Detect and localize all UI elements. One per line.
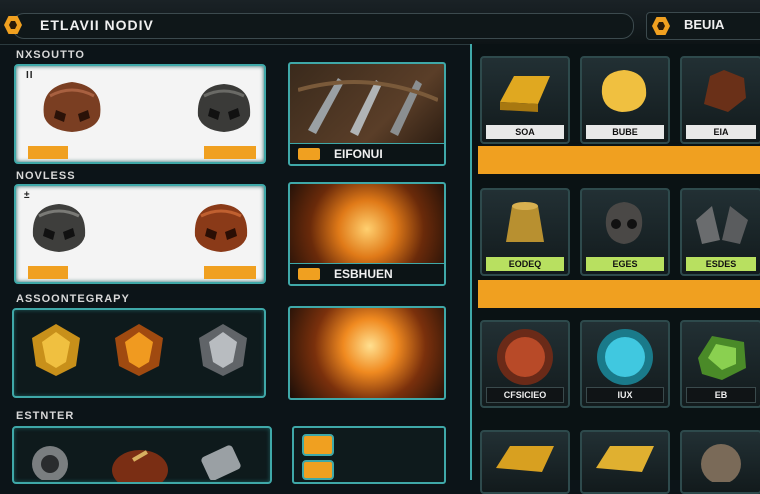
inventory-slot[interactable]: ESDES bbox=[680, 188, 760, 276]
blades-illustration bbox=[298, 78, 438, 136]
slot-label: CFSICIEO bbox=[486, 387, 564, 403]
dark-helmet-icon[interactable] bbox=[26, 198, 92, 258]
section-label-1: NXSOUTTO bbox=[16, 49, 85, 61]
blades-artwork[interactable]: EIFONUI bbox=[288, 62, 446, 166]
inventory-slot[interactable]: EGES bbox=[580, 188, 670, 276]
mini-slot-gold[interactable] bbox=[302, 434, 334, 456]
category-bar bbox=[478, 146, 760, 174]
gold-ingot-icon bbox=[496, 446, 554, 472]
inventory-slot[interactable] bbox=[680, 430, 760, 494]
equipment-panel bbox=[12, 426, 272, 484]
helmet-panel-2[interactable]: ± bbox=[14, 184, 266, 284]
progress-bar-left bbox=[28, 146, 68, 159]
slot-label: EB bbox=[686, 387, 756, 403]
red-disc-icon[interactable] bbox=[110, 442, 170, 482]
inventory-slot[interactable] bbox=[580, 430, 670, 494]
mini-slots-panel bbox=[292, 426, 446, 484]
inventory-slot[interactable]: CFSICIEO bbox=[480, 320, 570, 408]
progress-bar-left bbox=[28, 266, 68, 279]
gold-ingot-icon bbox=[596, 446, 654, 472]
artwork-caption-bar: EIFONUI bbox=[290, 143, 444, 164]
slot-label: EODEQ bbox=[486, 257, 564, 271]
brown-helmet-icon[interactable] bbox=[36, 76, 108, 138]
gold-crystal-icon[interactable] bbox=[26, 320, 86, 380]
slot-label: SOA bbox=[486, 125, 564, 139]
inventory-slot[interactable]: EB bbox=[680, 320, 760, 408]
steel-armor-icon bbox=[696, 206, 748, 244]
inventory-slot[interactable]: SOA bbox=[480, 56, 570, 144]
fire-crystal-icon[interactable] bbox=[108, 320, 170, 380]
dark-helmet-icon[interactable] bbox=[192, 78, 256, 138]
stone-orb-icon bbox=[701, 444, 741, 482]
leather-glove-icon bbox=[704, 70, 746, 112]
caption-tag bbox=[298, 268, 320, 280]
red-gem-icon bbox=[497, 329, 553, 385]
window-title: ETLAVII NODIV bbox=[40, 17, 154, 33]
section-label-4: ESTNTER bbox=[16, 410, 75, 422]
inventory-slot[interactable]: BUBE bbox=[580, 56, 670, 144]
green-gem-icon bbox=[698, 336, 746, 380]
section-label-2: NOVLESS bbox=[16, 170, 76, 182]
crystal-panel bbox=[12, 308, 266, 398]
progress-bar-right bbox=[204, 146, 256, 159]
panel-marker: II bbox=[26, 70, 34, 81]
slot-label: EIA bbox=[686, 125, 756, 139]
section-label-3: ASSOONTEGRAPY bbox=[16, 293, 130, 305]
steel-canister-icon[interactable] bbox=[196, 440, 248, 480]
progress-bar-right bbox=[204, 266, 256, 279]
slot-label: IUX bbox=[586, 387, 664, 403]
sell-tab-label: BEUIA bbox=[684, 17, 725, 32]
silver-orb-icon[interactable] bbox=[28, 440, 72, 480]
inventory-slot[interactable]: IUX bbox=[580, 320, 670, 408]
artwork-caption: EIFONUI bbox=[334, 147, 383, 161]
inventory-slot[interactable] bbox=[480, 430, 570, 494]
fire-artwork-large[interactable] bbox=[288, 306, 446, 400]
mini-slot-gold[interactable] bbox=[302, 460, 334, 480]
helmet-panel-1[interactable]: II bbox=[14, 64, 266, 164]
red-helmet-icon[interactable] bbox=[188, 198, 254, 258]
inventory-slot[interactable]: EODEQ bbox=[480, 188, 570, 276]
brass-pot-icon bbox=[506, 202, 544, 242]
artwork-caption: ESBHUEN bbox=[334, 267, 393, 281]
artwork-caption-bar: ESBHUEN bbox=[290, 263, 444, 284]
gold-bar-icon bbox=[500, 76, 550, 112]
skull-icon bbox=[605, 202, 643, 244]
category-bar bbox=[478, 280, 760, 308]
gold-nugget-icon bbox=[601, 70, 647, 112]
inventory-slot[interactable]: EIA bbox=[680, 56, 760, 144]
slot-label: EGES bbox=[586, 257, 664, 271]
silver-crystal-icon[interactable] bbox=[192, 320, 254, 380]
cyan-gem-icon bbox=[597, 329, 653, 385]
fire-artwork[interactable]: ESBHUEN bbox=[288, 182, 446, 286]
caption-tag bbox=[298, 148, 320, 160]
slot-label: ESDES bbox=[686, 257, 756, 271]
slot-label: BUBE bbox=[586, 125, 664, 139]
